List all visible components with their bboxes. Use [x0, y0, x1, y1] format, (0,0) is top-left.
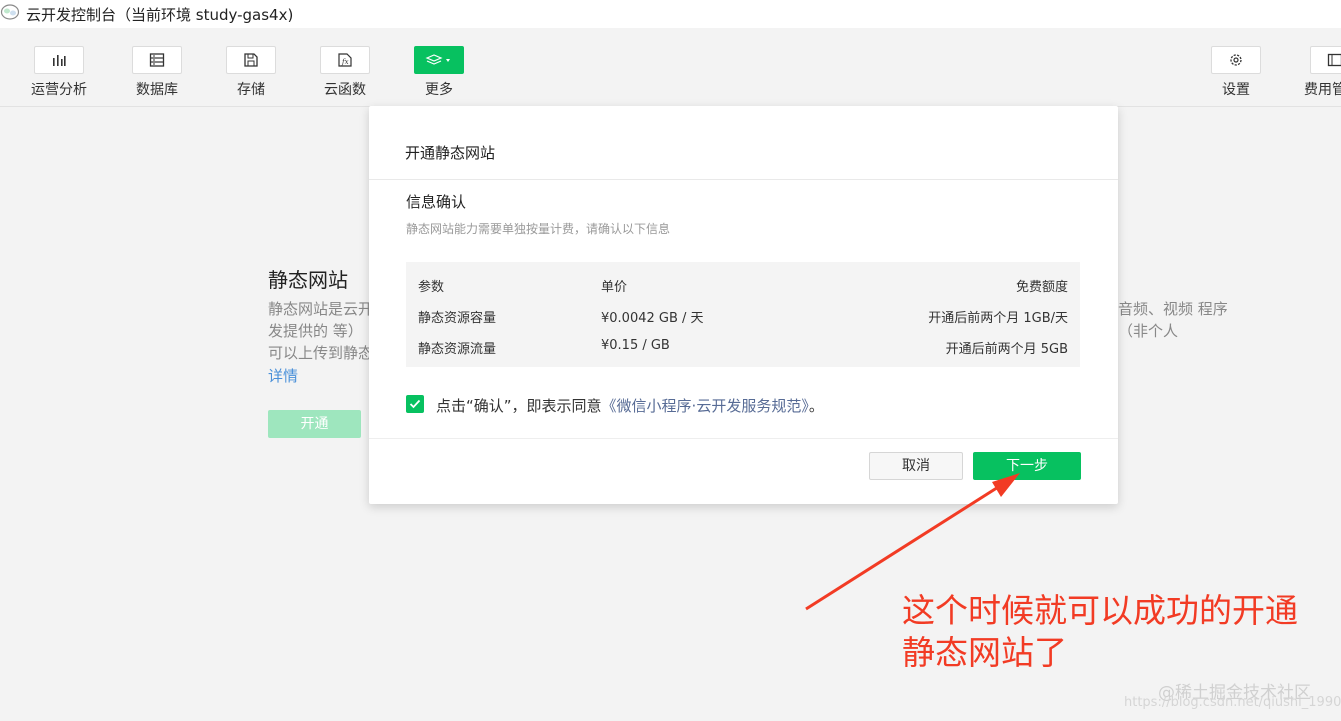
- svg-text:fx: fx: [341, 58, 349, 66]
- service-terms-link[interactable]: 《微信小程序·云开发服务规范》: [602, 397, 809, 415]
- layers-icon: [425, 54, 450, 65]
- table-header: 免费额度: [1015, 280, 1068, 295]
- table-cell: 开通后前两个月 5GB: [945, 342, 1068, 357]
- watermark-url: https://blog.csdn.net/qiushi_1990: [1124, 695, 1341, 710]
- section-title: 信息确认: [406, 193, 467, 211]
- toolbar-item-analytics[interactable]: 运营分析: [21, 46, 97, 99]
- toolbar-label: 费用管: [1304, 82, 1341, 98]
- annotation-text: 这个时候就可以成功的开通 静态网站了: [902, 590, 1298, 674]
- functions-button[interactable]: fx: [320, 46, 370, 74]
- agreement-prefix: 点击“确认”，即表示同意: [436, 397, 602, 415]
- toolbar-item-database[interactable]: 数据库: [119, 46, 195, 99]
- toolbar-label: 数据库: [136, 82, 178, 98]
- toolbar-item-settings[interactable]: 设置: [1198, 46, 1274, 99]
- annotation-line-2: 静态网站了: [902, 633, 1067, 672]
- agreement-text: 点击“确认”，即表示同意《微信小程序·云开发服务规范》。: [436, 395, 824, 416]
- toolbar-label: 设置: [1222, 82, 1250, 98]
- toolbar-label: 云函数: [324, 82, 366, 98]
- window-title: 云开发控制台（当前环境 study-gas4x): [26, 6, 294, 24]
- toolbar-label: 运营分析: [31, 82, 87, 98]
- function-icon: fx: [338, 53, 352, 67]
- settings-button[interactable]: [1211, 46, 1261, 74]
- page-title: 静态网站: [268, 268, 348, 292]
- app-logo-icon: [0, 4, 20, 20]
- table-cell: ¥0.0042 GB / 天: [601, 311, 704, 326]
- billing-icon: [1327, 53, 1341, 67]
- checkmark-icon: [409, 399, 421, 409]
- pricing-table: 参数 单价 免费额度 静态资源容量 ¥0.0042 GB / 天 开通后前两个月…: [406, 262, 1080, 367]
- toolbar-item-functions[interactable]: fx 云函数: [307, 46, 383, 99]
- details-link[interactable]: 详情: [268, 365, 298, 386]
- database-button[interactable]: [132, 46, 182, 74]
- next-step-button[interactable]: 下一步: [973, 452, 1081, 480]
- table-cell: 静态资源流量: [418, 342, 497, 357]
- toolbar-item-storage[interactable]: 存储: [213, 46, 289, 99]
- billing-button[interactable]: [1310, 46, 1341, 74]
- open-static-site-dialog: 开通静态网站 信息确认 静态网站能力需要单独按量计费，请确认以下信息 参数 单价…: [369, 106, 1118, 504]
- gear-icon: [1230, 54, 1242, 66]
- toolbar-item-billing[interactable]: 费用管: [1297, 46, 1341, 99]
- database-icon: [149, 53, 165, 67]
- toolbar-label: 更多: [425, 82, 453, 98]
- annotation-line-1: 这个时候就可以成功的开通: [902, 591, 1298, 630]
- page-description: 静态网站是云开发提供的 等）可以上传到静态网站托管 主体）、安全: [268, 300, 373, 362]
- page-description-right: 音频、视频 程序（非个人: [1118, 300, 1228, 340]
- table-cell: ¥0.15 / GB: [601, 338, 670, 353]
- agreement-suffix: 。: [808, 397, 824, 415]
- main-toolbar: 运营分析 数据库 存储 fx 云函数 更多 设置 费用管: [0, 28, 1341, 107]
- table-header: 参数: [418, 280, 445, 295]
- toolbar-item-more[interactable]: 更多: [401, 46, 477, 99]
- table-cell: 静态资源容量: [418, 311, 497, 326]
- title-bar: 云开发控制台（当前环境 study-gas4x): [0, 0, 1341, 28]
- table-cell: 开通后前两个月 1GB/天: [928, 311, 1068, 326]
- cancel-button[interactable]: 取消: [869, 452, 963, 480]
- toolbar-label: 存储: [237, 82, 265, 98]
- agreement-checkbox[interactable]: [406, 395, 424, 413]
- tab-open-static-site[interactable]: 开通静态网站: [393, 142, 515, 178]
- tab-divider: [369, 179, 1118, 180]
- more-button[interactable]: [414, 46, 464, 74]
- table-header: 单价: [601, 280, 628, 295]
- footer-divider: [369, 438, 1118, 439]
- analytics-button[interactable]: [34, 46, 84, 74]
- section-subtitle: 静态网站能力需要单独按量计费，请确认以下信息: [406, 222, 671, 236]
- bar-chart-icon: [53, 55, 66, 66]
- save-icon: [244, 53, 258, 67]
- storage-button[interactable]: [226, 46, 276, 74]
- open-button[interactable]: 开通: [268, 410, 361, 438]
